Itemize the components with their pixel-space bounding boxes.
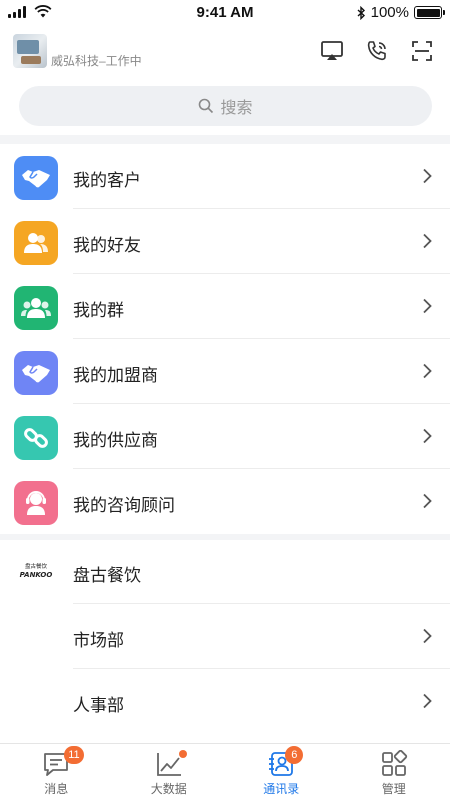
battery-percent: 100% xyxy=(370,4,409,21)
company-logo: 盘古餐饮 PANKOO xyxy=(16,561,56,581)
tab-contacts[interactable]: 6 通讯录 xyxy=(225,744,338,800)
list-item-label: 我的好友 xyxy=(73,236,141,255)
bluetooth-icon xyxy=(357,5,365,20)
link-icon xyxy=(14,416,58,460)
phone-call-icon[interactable] xyxy=(365,39,389,63)
header: 威弘科技–工作中 xyxy=(0,30,450,74)
chevron-right-icon xyxy=(423,493,432,509)
scan-icon[interactable] xyxy=(410,39,434,63)
apps-icon xyxy=(381,749,407,776)
list-item-customers[interactable]: 我的客户 xyxy=(0,144,450,209)
list-item-suppliers[interactable]: 我的供应商 xyxy=(0,404,450,469)
chevron-right-icon xyxy=(423,233,432,249)
chevron-right-icon xyxy=(423,628,432,644)
list-item-label: 我的群 xyxy=(73,301,124,320)
list-item-label: 我的加盟商 xyxy=(73,366,158,385)
work-status[interactable]: 威弘科技–工作中 xyxy=(51,52,142,69)
tab-bar: 11 消息 大数据 6 通讯录 管理 xyxy=(0,743,450,800)
chevron-right-icon xyxy=(423,298,432,314)
organization-list: 盘古餐饮 PANKOO 盘古餐饮 市场部 人事部 xyxy=(0,539,450,734)
company-row[interactable]: 盘古餐饮 PANKOO 盘古餐饮 xyxy=(0,539,450,604)
handshake-icon xyxy=(14,351,58,395)
handshake-icon xyxy=(14,156,58,200)
svg-text:盘古餐饮: 盘古餐饮 xyxy=(25,562,48,570)
screen-cast-icon[interactable] xyxy=(320,39,344,63)
search-icon xyxy=(199,98,214,114)
contact-categories: 我的客户 我的好友 我的群 我的加盟商 我的供应商 我的咨询顾问 xyxy=(0,144,450,534)
department-label: 市场部 xyxy=(73,631,124,650)
tab-label: 大数据 xyxy=(150,782,187,796)
chevron-right-icon xyxy=(423,363,432,379)
list-item-groups[interactable]: 我的群 xyxy=(0,274,450,339)
department-row[interactable]: 市场部 xyxy=(0,604,450,669)
notification-dot xyxy=(178,750,187,758)
list-item-franchisees[interactable]: 我的加盟商 xyxy=(0,339,450,404)
tab-management[interactable]: 管理 xyxy=(338,744,450,800)
chevron-right-icon xyxy=(423,428,432,444)
headset-icon xyxy=(14,481,58,525)
list-item-friends[interactable]: 我的好友 xyxy=(0,209,450,274)
chevron-right-icon xyxy=(423,168,432,184)
unread-badge: 6 xyxy=(285,746,304,764)
svg-text:PANKOO: PANKOO xyxy=(20,571,53,579)
friends-icon xyxy=(14,221,58,265)
list-item-label: 我的供应商 xyxy=(73,431,158,450)
chevron-right-icon xyxy=(423,693,432,709)
tab-label: 通讯录 xyxy=(263,782,300,796)
status-bar: 9:41 AM 100% xyxy=(0,0,450,26)
department-row[interactable]: 人事部 xyxy=(0,669,450,734)
tab-label: 消息 xyxy=(44,782,69,796)
section-divider xyxy=(0,135,450,144)
list-item-label: 我的咨询顾问 xyxy=(73,496,175,515)
list-item-consultants[interactable]: 我的咨询顾问 xyxy=(0,469,450,534)
avatar[interactable] xyxy=(13,34,47,68)
search-bar[interactable]: 搜索 xyxy=(19,86,432,126)
tab-big-data[interactable]: 大数据 xyxy=(113,744,226,800)
tab-messages[interactable]: 11 消息 xyxy=(0,744,113,800)
search-placeholder: 搜索 xyxy=(220,100,253,117)
group-icon xyxy=(14,286,58,330)
tab-label: 管理 xyxy=(381,782,406,796)
department-label: 人事部 xyxy=(73,696,124,715)
battery-icon xyxy=(414,6,445,19)
company-name: 盘古餐饮 xyxy=(73,566,141,585)
unread-badge: 11 xyxy=(64,746,84,764)
list-item-label: 我的客户 xyxy=(73,171,141,190)
